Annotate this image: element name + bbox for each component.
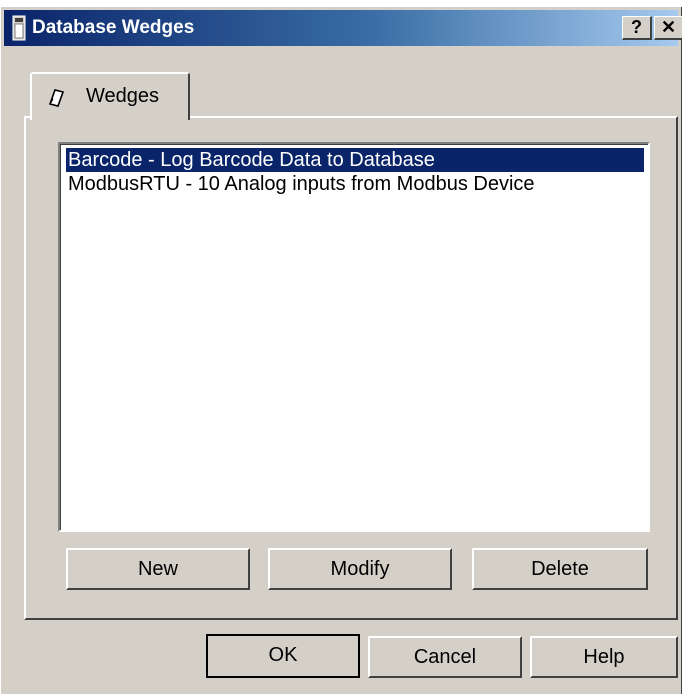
help-button[interactable]: Help bbox=[530, 636, 678, 678]
tab-label: Wedges bbox=[86, 85, 160, 107]
list-item[interactable]: Barcode - Log Barcode Data to Database bbox=[66, 148, 644, 172]
ok-button[interactable]: OK bbox=[206, 634, 360, 678]
question-mark-icon: ? bbox=[631, 17, 642, 37]
new-button[interactable]: New bbox=[66, 548, 250, 590]
cancel-button[interactable]: Cancel bbox=[368, 636, 522, 678]
help-title-button[interactable]: ? bbox=[622, 16, 652, 40]
delete-button[interactable]: Delete bbox=[472, 548, 648, 590]
modify-button[interactable]: Modify bbox=[268, 548, 452, 590]
database-wedges-dialog: Database Wedges ? ✕ Wedges Barcode - Log… bbox=[0, 6, 682, 694]
wedges-listbox[interactable]: Barcode - Log Barcode Data to Database M… bbox=[58, 142, 650, 532]
tab-wedges[interactable]: Wedges bbox=[30, 72, 190, 120]
title-bar[interactable]: Database Wedges ? ✕ bbox=[4, 10, 682, 46]
close-icon: ✕ bbox=[660, 17, 677, 37]
close-button[interactable]: ✕ bbox=[654, 16, 682, 40]
app-icon bbox=[12, 15, 26, 41]
list-item[interactable]: ModbusRTU - 10 Analog inputs from Modbus… bbox=[66, 172, 644, 196]
pencil-icon bbox=[46, 86, 68, 108]
window-title: Database Wedges bbox=[32, 17, 195, 38]
